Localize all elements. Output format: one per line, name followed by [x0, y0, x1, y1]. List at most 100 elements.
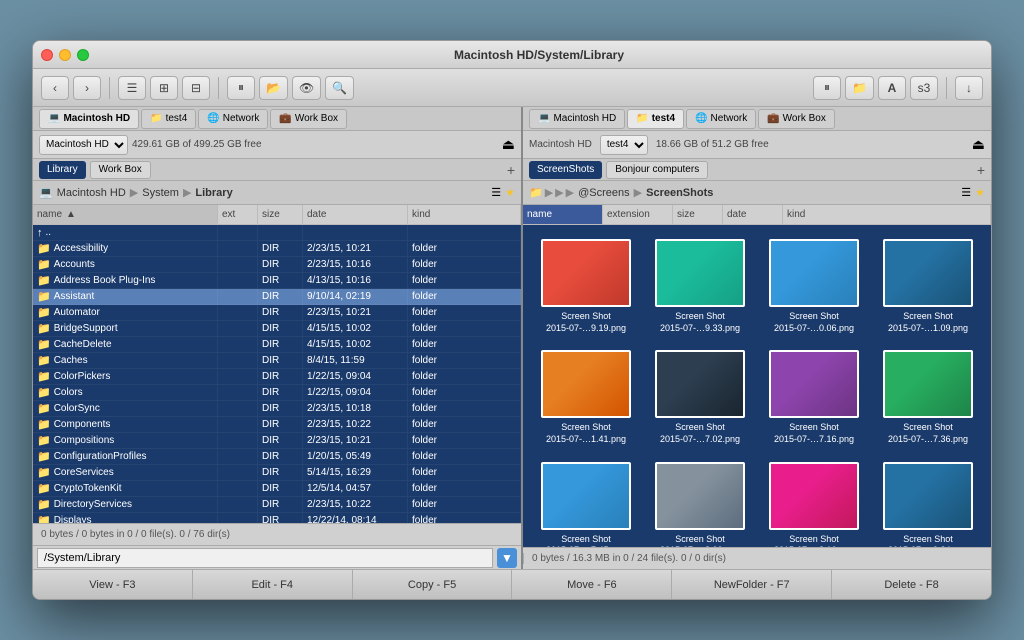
left-path-item-system[interactable]: System [140, 187, 181, 199]
left-col-date[interactable]: date [303, 205, 408, 224]
left-tab-workbox[interactable]: 💼 Work Box [270, 109, 347, 129]
right-tab-test4[interactable]: 📁 test4 [627, 109, 684, 129]
thumbnail-item[interactable]: Screen Shot2015-07-…0.06.png [761, 235, 867, 338]
left-file-row[interactable]: 📁CachesDIR8/4/15, 11:59folder [33, 353, 521, 369]
right-col-ext[interactable]: extension [603, 205, 673, 224]
list-view-button[interactable]: ☰ [118, 76, 146, 100]
left-col-size[interactable]: size [258, 205, 303, 224]
right-path-star-icon[interactable]: ★ [975, 186, 985, 199]
left-col-kind[interactable]: kind [408, 205, 521, 224]
right-macintosh-label: Macintosh HD [529, 139, 592, 150]
funckey-button[interactable]: Copy - F5 [353, 570, 513, 599]
left-path-item-macintosh[interactable]: Macintosh HD [55, 187, 128, 199]
left-panel-library[interactable]: Library [39, 161, 86, 179]
left-file-row[interactable]: 📁DirectoryServicesDIR2/23/15, 10:22folde… [33, 497, 521, 513]
left-file-row[interactable]: 📁AccountsDIR2/23/15, 10:16folder [33, 257, 521, 273]
left-file-row[interactable]: 📁Address Book Plug-InsDIR4/13/15, 10:16f… [33, 273, 521, 289]
left-file-row[interactable]: 📁CacheDeleteDIR4/15/15, 10:02folder [33, 337, 521, 353]
thumbnail-item[interactable]: Screen Shot2015-07-…7.02.png [647, 346, 753, 449]
left-panel-workbox[interactable]: Work Box [90, 161, 151, 179]
left-path-list-icon[interactable]: ☰ [491, 186, 501, 199]
right-drive-select[interactable]: test4 [600, 135, 648, 155]
left-col-name[interactable]: name ▲ [33, 205, 218, 224]
left-tab-network[interactable]: 🌐 Network [198, 109, 268, 129]
right-col-name[interactable]: name [523, 205, 603, 224]
funckey-button[interactable]: Edit - F4 [193, 570, 353, 599]
left-file-row[interactable]: 📁ColorsDIR1/22/15, 09:04folder [33, 385, 521, 401]
download-button[interactable]: ↓ [955, 76, 983, 100]
s3-button[interactable]: s3 [910, 76, 938, 100]
pause-button[interactable]: ⏸ [813, 76, 841, 100]
right-col-date[interactable]: date [723, 205, 783, 224]
funckey-button[interactable]: Move - F6 [512, 570, 672, 599]
left-drive-select[interactable]: Macintosh HD [39, 135, 128, 155]
folder-button[interactable]: 📁 [845, 76, 874, 100]
close-button[interactable] [41, 49, 53, 61]
right-drive-size: 18.66 GB of 51.2 GB free [656, 139, 769, 150]
left-file-list[interactable]: ↑..📁AccessibilityDIR2/23/15, 10:21folder… [33, 225, 521, 523]
thumbnail-item[interactable]: Screen Shot2015-07-…9.33.png [647, 235, 753, 338]
left-tab-test4[interactable]: 📁 test4 [141, 109, 196, 129]
left-add-panel[interactable]: + [507, 162, 515, 178]
forward-button[interactable]: › [73, 76, 101, 100]
back-button[interactable]: ‹ [41, 76, 69, 100]
thumbnail-item[interactable]: Screen Shot2015-07-…1.41.png [533, 346, 639, 449]
left-file-row[interactable]: 📁ComponentsDIR2/23/15, 10:22folder [33, 417, 521, 433]
left-tab-macintosh[interactable]: 💻 Macintosh HD [39, 109, 139, 129]
thumbnail-item[interactable]: Screen Shot2015-07-…7.36.png [875, 346, 981, 449]
right-tab-macintosh[interactable]: 💻 Macintosh HD [529, 109, 625, 129]
thumbnail-item[interactable]: Screen Shot2015-07-…8.16.png [761, 458, 867, 547]
left-file-row[interactable]: 📁CompositionsDIR2/23/15, 10:21folder [33, 433, 521, 449]
left-file-row[interactable]: 📁AutomatorDIR2/23/15, 10:21folder [33, 305, 521, 321]
thumbnail-item[interactable]: Screen Shot2015-07-…9.19.png [533, 235, 639, 338]
right-path-item-screenshots[interactable]: ScreenShots [644, 187, 715, 199]
left-path-star-icon[interactable]: ★ [505, 186, 515, 199]
left-col-ext[interactable]: ext [218, 205, 258, 224]
toggle-button[interactable]: ⏸ [227, 76, 255, 100]
maximize-button[interactable] [77, 49, 89, 61]
left-file-row[interactable]: 📁AssistantDIR9/10/14, 02:19folder [33, 289, 521, 305]
left-file-row[interactable]: 📁DisplaysDIR12/22/14, 08:14folder [33, 513, 521, 523]
left-file-row[interactable]: 📁AccessibilityDIR2/23/15, 10:21folder [33, 241, 521, 257]
left-file-row[interactable]: 📁BridgeSupportDIR4/15/15, 10:02folder [33, 321, 521, 337]
right-path-item-screens[interactable]: @Screens [576, 187, 632, 199]
left-file-row[interactable]: 📁ColorPickersDIR1/22/15, 09:04folder [33, 369, 521, 385]
thumbnail-item[interactable]: Screen Shot2015-07-…8.00.png [647, 458, 753, 547]
thumbnail-item[interactable]: Screen Shot2015-07-…1.09.png [875, 235, 981, 338]
funckey-button[interactable]: Delete - F8 [832, 570, 991, 599]
left-file-row[interactable]: 📁ConfigurationProfilesDIR1/20/15, 05:49f… [33, 449, 521, 465]
binoculars-button[interactable]: 🔍 [325, 76, 354, 100]
left-path-go-button[interactable]: ▼ [497, 548, 517, 568]
thumbnail-label: Screen Shot2015-07-…7.16.png [774, 422, 854, 445]
right-path-list-icon[interactable]: ☰ [961, 186, 971, 199]
right-tab-network[interactable]: 🌐 Network [686, 109, 756, 129]
right-col-kind[interactable]: kind [783, 205, 991, 224]
right-panel-screenshots[interactable]: ScreenShots [529, 161, 602, 179]
right-panel-bonjour[interactable]: Bonjour computers [606, 161, 708, 179]
left-path-item-library[interactable]: Library [193, 187, 234, 199]
funckey-button[interactable]: NewFolder - F7 [672, 570, 832, 599]
font-button[interactable]: A [878, 76, 906, 100]
thumbnail-image [883, 462, 973, 530]
right-tab-workbox[interactable]: 💼 Work Box [758, 109, 835, 129]
left-path-input[interactable] [37, 548, 493, 568]
thumbnail-item[interactable]: Screen Shot2015-07-…9.24.png [875, 458, 981, 547]
browse-button[interactable]: 📂 [259, 76, 288, 100]
left-eject-button[interactable]: ⏏ [502, 136, 515, 153]
left-file-row[interactable]: 📁ColorSyncDIR2/23/15, 10:18folder [33, 401, 521, 417]
funckey-button[interactable]: View - F3 [33, 570, 193, 599]
minimize-button[interactable] [59, 49, 71, 61]
left-file-row[interactable]: ↑.. [33, 225, 521, 241]
medium-view-button[interactable]: ⊞ [150, 76, 178, 100]
left-file-row[interactable]: 📁CryptoTokenKitDIR12/5/14, 04:57folder [33, 481, 521, 497]
left-file-row[interactable]: 📁CoreServicesDIR5/14/15, 16:29folder [33, 465, 521, 481]
large-view-button[interactable]: ⊟ [182, 76, 210, 100]
eye-button[interactable]: 👁 [292, 76, 321, 100]
right-col-size[interactable]: size [673, 205, 723, 224]
thumbnails-grid[interactable]: Screen Shot2015-07-…9.19.png Screen Shot… [523, 225, 991, 547]
thumbnail-item[interactable]: Screen Shot2015-07-…7.16.png [761, 346, 867, 449]
right-eject-button[interactable]: ⏏ [972, 136, 985, 153]
right-test4-icon: 📁 [636, 113, 648, 124]
thumbnail-item[interactable]: Screen Shot2015-07-…7.45.png [533, 458, 639, 547]
right-add-panel[interactable]: + [977, 162, 985, 178]
